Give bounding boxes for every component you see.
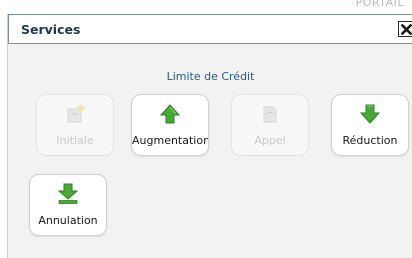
tile-label: Réduction	[342, 134, 398, 147]
document-star-icon	[67, 104, 85, 123]
tile-appel[interactable]: Appel	[231, 94, 309, 156]
arrow-up-icon	[159, 104, 181, 124]
section-title: Limite de Crédit	[166, 70, 255, 83]
tile-label: Augmentation	[132, 134, 208, 147]
top-strip: PORTAIL	[0, 0, 412, 14]
tile-reduction[interactable]: Réduction	[331, 94, 409, 156]
dialog-title: Services	[21, 22, 81, 37]
tile-label: Initiale	[56, 134, 94, 147]
top-strip-text: PORTAIL	[355, 0, 404, 9]
arrow-down-icon	[359, 104, 381, 124]
dialog-title-bar: Services	[8, 14, 412, 44]
arrow-down-bar-icon	[57, 183, 79, 204]
close-icon	[401, 23, 412, 35]
services-dialog: Services Limite de Crédit Initiale Augme…	[7, 14, 412, 258]
tile-label: Annulation	[38, 214, 98, 227]
tile-label: Appel	[254, 134, 286, 147]
tile-annulation[interactable]: Annulation	[29, 174, 107, 236]
document-icon	[263, 106, 277, 123]
tile-augmentation[interactable]: Augmentation	[131, 94, 209, 156]
close-button[interactable]	[398, 21, 412, 37]
tile-initiale[interactable]: Initiale	[36, 94, 114, 156]
